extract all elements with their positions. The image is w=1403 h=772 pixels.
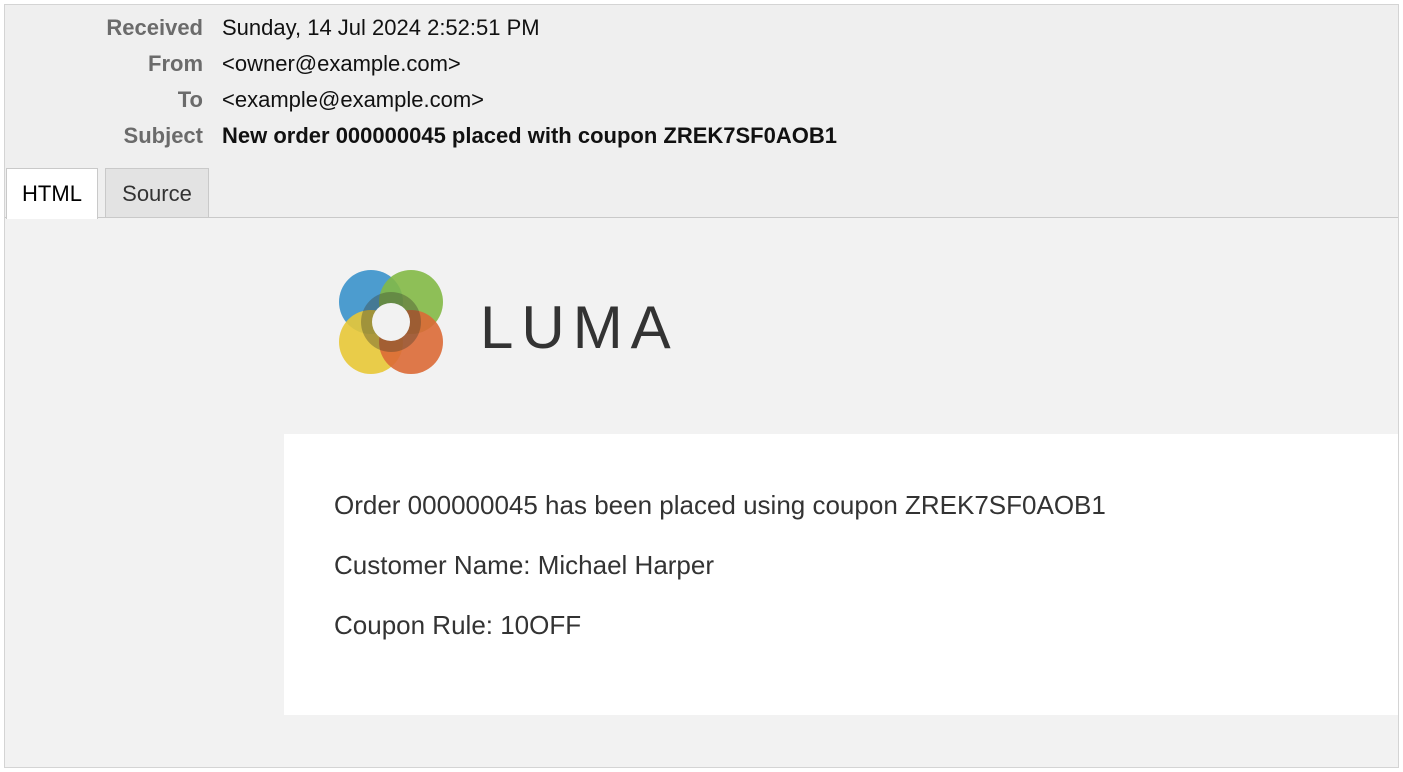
luma-logo-icon: LUMA bbox=[339, 270, 679, 374]
subject-row: Subject New order 000000045 placed with … bbox=[5, 122, 1398, 150]
from-row: From <owner@example.com> bbox=[5, 50, 1398, 78]
from-value: <owner@example.com> bbox=[222, 51, 461, 76]
message-card: Order 000000045 has been placed using co… bbox=[284, 434, 1398, 715]
luma-logo: LUMA bbox=[337, 268, 697, 378]
from-label: From bbox=[148, 51, 203, 76]
luma-logo-text: LUMA bbox=[480, 294, 679, 361]
to-value: <example@example.com> bbox=[222, 87, 485, 112]
tab-source[interactable]: Source bbox=[105, 168, 209, 218]
email-body: LUMA Order 000000045 has been placed usi… bbox=[5, 218, 1398, 767]
subject-value: New order 000000045 placed with coupon Z… bbox=[222, 123, 837, 148]
to-label: To bbox=[177, 87, 203, 112]
email-headers: Received Sunday, 14 Jul 2024 2:52:51 PM … bbox=[5, 5, 1398, 219]
received-row: Received Sunday, 14 Jul 2024 2:52:51 PM bbox=[5, 14, 1398, 42]
customer-name-line: Customer Name: Michael Harper bbox=[334, 550, 715, 580]
tab-html[interactable]: HTML bbox=[6, 168, 98, 219]
received-label: Received bbox=[106, 15, 203, 40]
email-viewer: Received Sunday, 14 Jul 2024 2:52:51 PM … bbox=[4, 4, 1399, 768]
to-row: To <example@example.com> bbox=[5, 86, 1398, 114]
coupon-rule-line: Coupon Rule: 10OFF bbox=[334, 610, 582, 640]
subject-label: Subject bbox=[123, 123, 203, 148]
received-value: Sunday, 14 Jul 2024 2:52:51 PM bbox=[222, 15, 540, 40]
order-line: Order 000000045 has been placed using co… bbox=[334, 490, 1106, 520]
